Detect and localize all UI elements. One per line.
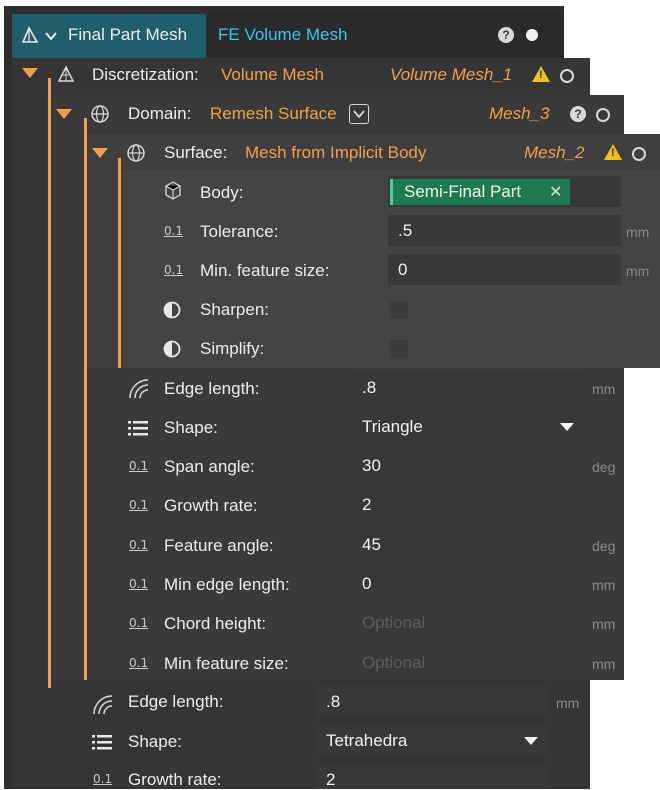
chord-height-input[interactable]: Optional <box>352 607 585 638</box>
numeric-icon: 0.1 <box>164 263 184 277</box>
edge-length-icon <box>129 379 149 399</box>
numeric-icon: 0.1 <box>129 577 149 591</box>
mesh-icon <box>57 65 75 82</box>
domain-label: Domain: <box>128 104 192 123</box>
surface-ref: Mesh_2 <box>524 143 585 162</box>
shape-label: Shape: <box>164 418 218 437</box>
domain-value[interactable]: Remesh Surface <box>210 104 337 124</box>
edge-length-label: Edge length: <box>164 379 260 398</box>
help-icon[interactable]: ? <box>570 106 586 122</box>
edge-length-input[interactable]: .8 <box>316 686 549 717</box>
chevron-down-icon[interactable] <box>45 31 57 41</box>
sharpen-checkbox[interactable] <box>390 301 408 319</box>
surface-value[interactable]: Mesh from Implicit Body <box>245 143 426 163</box>
warning-icon[interactable] <box>532 66 550 82</box>
domain-dropdown-button[interactable] <box>349 104 369 124</box>
status-ring-icon[interactable] <box>596 108 610 122</box>
body-chip[interactable]: Semi-Final Part ✕ <box>390 179 570 205</box>
numeric-icon: 0.1 <box>129 616 149 630</box>
growth-rate-input[interactable]: 2 <box>352 489 585 520</box>
globe-icon <box>127 144 145 162</box>
body-chip-label: Semi-Final Part <box>404 182 522 201</box>
status-dot-icon <box>526 29 538 41</box>
edge-length-label: Edge length: <box>128 692 224 711</box>
half-circle-icon <box>163 301 181 319</box>
span-angle-unit: deg <box>592 459 616 475</box>
edge-length-input[interactable]: .8 <box>352 372 585 403</box>
tab-fe-volume-mesh[interactable]: FE Volume Mesh <box>218 25 347 45</box>
discretization-value[interactable]: Volume Mesh <box>221 65 324 85</box>
numeric-icon: 0.1 <box>164 224 184 238</box>
chord-height-unit: mm <box>592 616 616 632</box>
simplify-checkbox[interactable] <box>390 340 408 358</box>
min-feature-size-label: Min. feature size: <box>200 261 330 280</box>
sharpen-label: Sharpen: <box>200 300 269 319</box>
body-label: Body: <box>200 183 244 202</box>
list-icon <box>128 421 148 436</box>
span-angle-label: Span angle: <box>164 457 255 476</box>
half-circle-icon <box>163 340 181 358</box>
min-feature-size-unit: mm <box>626 263 650 279</box>
span-angle-input[interactable]: 30 <box>352 450 585 481</box>
numeric-icon: 0.1 <box>93 772 113 786</box>
remove-icon[interactable]: ✕ <box>549 182 562 202</box>
min-feature-size-input[interactable]: Optional <box>352 647 585 678</box>
chord-height-label: Chord height: <box>164 614 267 633</box>
tolerance-input[interactable]: .5 <box>388 215 621 246</box>
body-icon <box>165 181 181 200</box>
edge-length-unit: mm <box>556 695 580 711</box>
growth-rate-label: Growth rate: <box>164 496 258 515</box>
collapse-triangle-icon[interactable] <box>22 68 38 78</box>
shape-select[interactable]: Tetrahedra <box>316 725 549 756</box>
numeric-icon: 0.1 <box>129 498 149 512</box>
discretization-label: Discretization: <box>92 65 199 84</box>
collapse-triangle-icon[interactable] <box>56 109 72 119</box>
header-title[interactable]: Final Part Mesh <box>68 25 187 45</box>
globe-icon <box>91 105 109 123</box>
shape-label: Shape: <box>128 732 182 751</box>
feature-angle-input[interactable]: 45 <box>352 529 585 560</box>
numeric-icon: 0.1 <box>129 656 149 670</box>
numeric-icon: 0.1 <box>129 538 149 552</box>
status-ring-icon[interactable] <box>560 69 574 83</box>
min-feature-size-label: Min feature size: <box>164 654 289 673</box>
edge-length-unit: mm <box>592 381 616 397</box>
growth-rate-input[interactable]: 2 <box>316 764 549 789</box>
tree-line-domain <box>84 118 87 680</box>
discretization-ref: Volume Mesh_1 <box>390 65 513 84</box>
warning-icon[interactable] <box>604 144 622 160</box>
min-feature-size-unit: mm <box>592 656 616 672</box>
chevron-down-icon <box>353 110 365 119</box>
surface-label: Surface: <box>164 143 228 162</box>
min-edge-length-input[interactable]: 0 <box>352 568 585 599</box>
feature-angle-label: Feature angle: <box>164 536 274 555</box>
dropdown-arrow-icon[interactable] <box>560 423 574 431</box>
growth-rate-label: Growth rate: <box>128 770 222 789</box>
collapse-triangle-icon[interactable] <box>92 148 108 158</box>
simplify-label: Simplify: <box>200 339 265 358</box>
tolerance-unit: mm <box>626 224 650 240</box>
feature-angle-unit: deg <box>592 538 616 554</box>
numeric-icon: 0.1 <box>129 459 149 473</box>
edge-length-icon <box>93 695 113 715</box>
shape-select[interactable]: Triangle <box>352 411 585 442</box>
min-feature-size-input[interactable]: 0 <box>388 254 621 285</box>
domain-ref: Mesh_3 <box>489 104 550 123</box>
mesh-tool-icon <box>21 26 39 43</box>
tree-line-discretization <box>48 78 51 688</box>
status-ring-icon[interactable] <box>632 147 646 161</box>
tree-line-surface <box>118 158 121 368</box>
dropdown-arrow-icon[interactable] <box>524 737 538 745</box>
list-icon <box>92 735 112 750</box>
min-edge-length-label: Min edge length: <box>164 575 290 594</box>
tolerance-label: Tolerance: <box>200 222 279 241</box>
min-edge-length-unit: mm <box>592 577 616 593</box>
help-icon[interactable]: ? <box>498 27 514 43</box>
